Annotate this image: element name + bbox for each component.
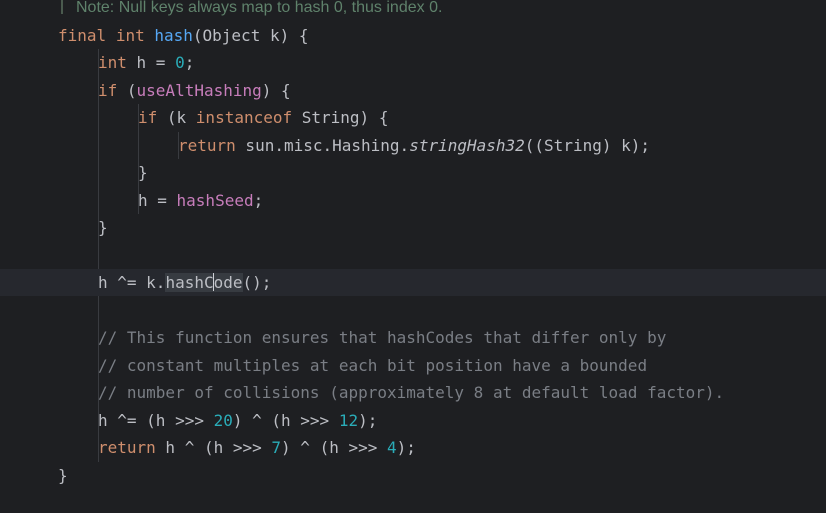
token-number: 12: [338, 410, 359, 430]
code-editor[interactable]: Note: Null keys always map to hash 0, th…: [0, 0, 826, 513]
token-field: useAltHashing: [136, 80, 262, 100]
token-field: hashSeed: [176, 190, 254, 210]
code-line-content: h ^= k.hashCode();: [98, 269, 271, 296]
code-line-return-string-hash[interactable]: return sun.misc.Hashing.stringHash32((St…: [0, 132, 826, 159]
token-plain: }: [98, 218, 108, 237]
code-line-content: int h = 0;: [98, 49, 194, 76]
code-line-blank-1[interactable]: [0, 242, 826, 269]
token-plain: (Object k) {: [192, 25, 309, 45]
token-number: 20: [213, 410, 233, 430]
code-line-content: }: [58, 462, 68, 489]
code-line-content: // This function ensures that hashCodes …: [98, 324, 666, 351]
code-line-content: }: [98, 214, 108, 241]
token-plain: ) ^ (h >>>: [281, 438, 387, 457]
code-line-xor-hashcode[interactable]: h ^= k.hashCode();: [0, 269, 826, 296]
token-plain: h =: [126, 53, 176, 72]
token-plain: );: [358, 410, 378, 430]
token-plain: h =: [138, 190, 177, 210]
token-keyword: int: [98, 53, 127, 72]
token-plain: ;: [184, 53, 195, 72]
token-plain: }: [58, 465, 68, 485]
token-comment: // number of collisions (approximately 8…: [98, 383, 725, 402]
code-line-content: final int hash(Object k) {: [58, 22, 308, 49]
token-plain: (k: [157, 108, 196, 127]
token-method-declaration: hash: [154, 25, 193, 45]
token-plain: ) ^ (h >>>: [232, 410, 339, 430]
token-number: 7: [271, 438, 282, 457]
code-line-close-outer-if[interactable]: }: [0, 214, 826, 241]
code-line-close-method[interactable]: }: [0, 462, 826, 489]
token-number: 4: [387, 438, 397, 457]
token-usage: hashC: [165, 273, 214, 292]
code-line-content: return h ^ (h >>> 7) ^ (h >>> 4);: [98, 434, 416, 461]
code-line-assign-hash-seed[interactable]: h = hashSeed;: [0, 187, 826, 214]
token-keyword: return: [98, 438, 156, 457]
token-keyword: final: [58, 25, 107, 45]
token-javadoc: Note: Null keys always map to hash 0, th…: [76, 0, 443, 16]
code-line-content: if (k instanceof String) {: [138, 104, 388, 131]
code-line-method-signature[interactable]: final int hash(Object k) {: [0, 22, 826, 49]
code-line-comment-2[interactable]: // constant multiples at each bit positi…: [0, 352, 826, 379]
code-line-comment-3[interactable]: // number of collisions (approximately 8…: [0, 379, 826, 406]
token-keyword: if: [98, 80, 118, 100]
token-plain: sun.misc.Hashing.: [235, 135, 410, 155]
code-line-content: // number of collisions (approximately 8…: [98, 379, 724, 406]
token-static-method: stringHash32: [409, 135, 525, 155]
token-plain: ();: [242, 273, 272, 292]
code-line-blank-2[interactable]: [0, 297, 826, 324]
token-plain: ) {: [261, 80, 291, 100]
token-number: 0: [175, 53, 185, 72]
code-line-content: if (useAltHashing) {: [98, 77, 291, 104]
token-plain: h ^= (h >>>: [98, 410, 214, 430]
code-line-close-inner-if[interactable]: }: [0, 159, 826, 186]
code-line-xor-shift[interactable]: h ^= (h >>> 20) ^ (h >>> 12);: [0, 407, 826, 434]
token-plain: String) {: [292, 108, 389, 127]
token-keyword: return: [178, 135, 236, 155]
token-plain: h ^ (h >>>: [155, 438, 272, 457]
token-comment: // This function ensures that hashCodes …: [98, 328, 667, 347]
token-keyword: int: [115, 25, 145, 45]
token-plain: }: [138, 163, 148, 182]
token-plain: );: [396, 438, 416, 457]
code-line-return-result[interactable]: return h ^ (h >>> 7) ^ (h >>> 4);: [0, 434, 826, 461]
token-comment: // constant multiples at each bit positi…: [98, 355, 648, 375]
code-line-comment-1[interactable]: // This function ensures that hashCodes …: [0, 324, 826, 351]
code-line-if-use-alt-hashing[interactable]: if (useAltHashing) {: [0, 77, 826, 104]
token-keyword: if: [138, 108, 158, 127]
token-usage: ode: [213, 273, 243, 292]
token-plain: (: [117, 80, 137, 100]
token-plain: ;: [253, 190, 264, 210]
code-line-int-h-decl[interactable]: int h = 0;: [0, 49, 826, 76]
token-plain: h ^= k.: [98, 273, 166, 292]
token-keyword: instanceof: [195, 108, 293, 127]
code-line-if-instanceof-string[interactable]: if (k instanceof String) {: [0, 104, 826, 131]
code-line-content: }: [138, 159, 148, 186]
code-line-content: Note: Null keys always map to hash 0, th…: [76, 0, 442, 21]
code-line-content: return sun.misc.Hashing.stringHash32((St…: [178, 132, 650, 159]
code-line-javadoc-note[interactable]: Note: Null keys always map to hash 0, th…: [0, 0, 826, 21]
token-plain: ((String) k);: [524, 135, 651, 155]
code-line-content: h ^= (h >>> 20) ^ (h >>> 12);: [98, 407, 377, 434]
code-line-content: // constant multiples at each bit positi…: [98, 352, 647, 379]
code-line-content: h = hashSeed;: [138, 187, 263, 214]
